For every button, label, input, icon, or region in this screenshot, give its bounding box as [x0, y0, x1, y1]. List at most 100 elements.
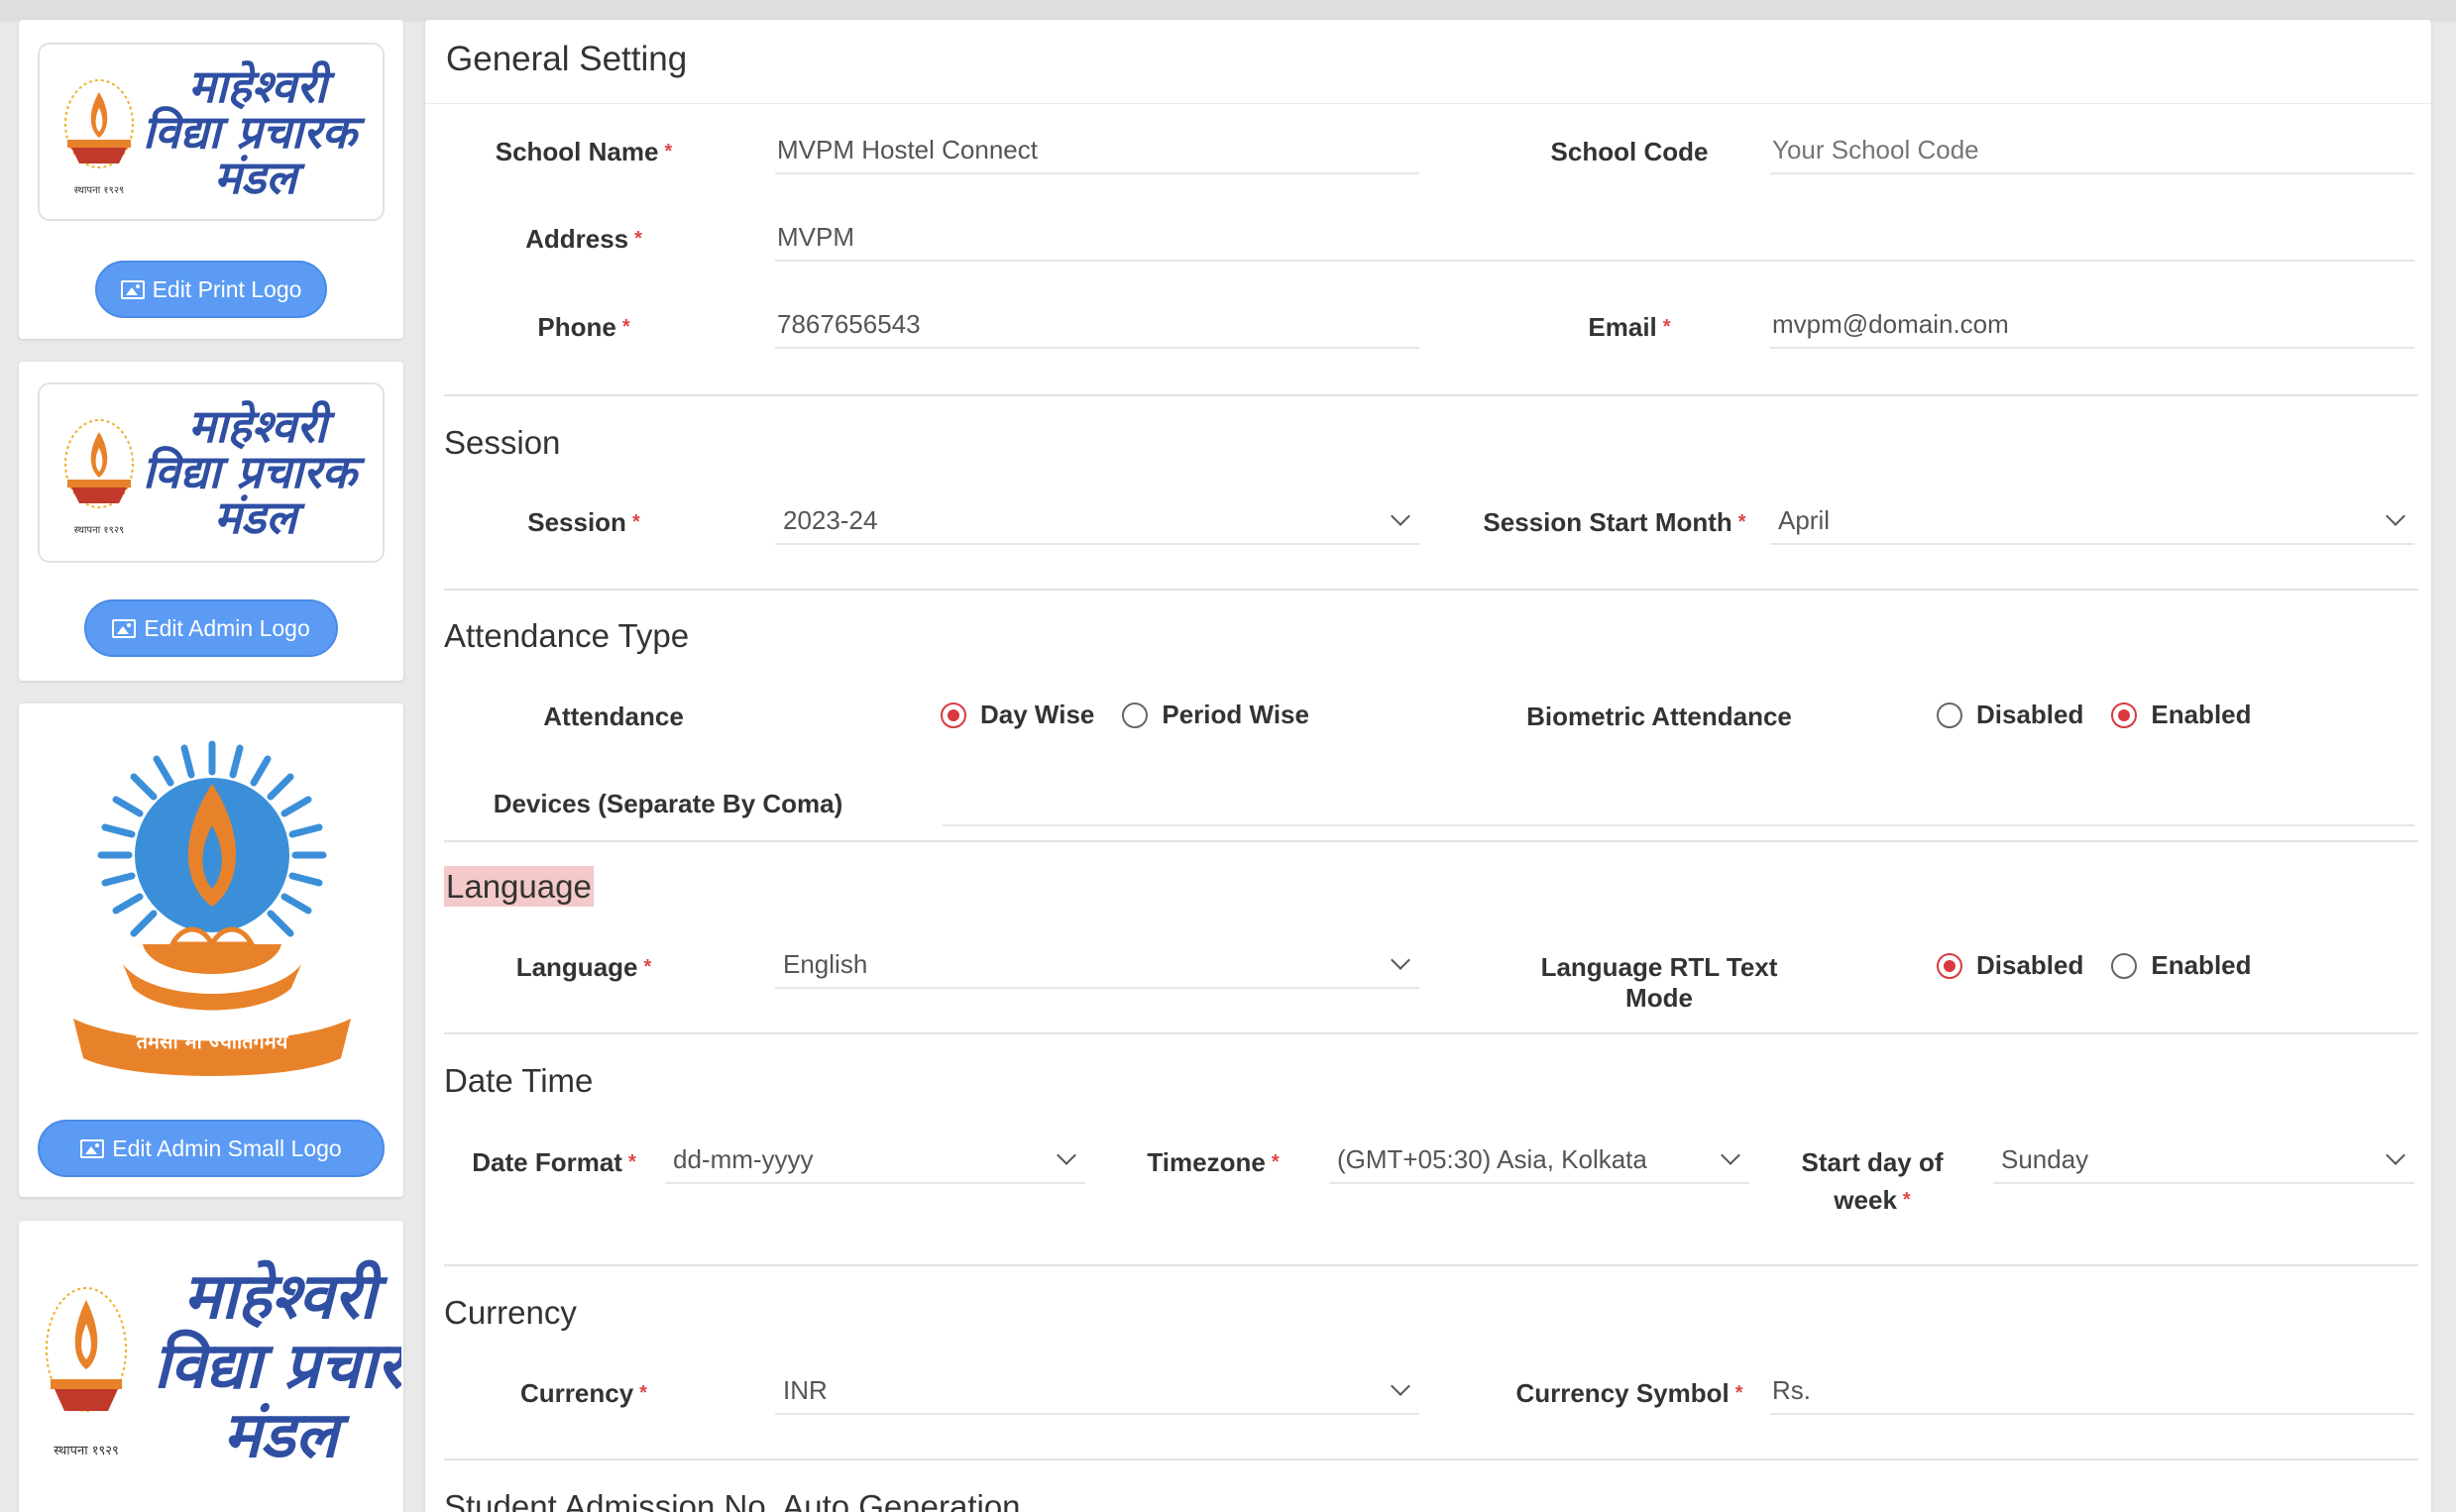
image-icon	[112, 618, 137, 638]
edit-admin-small-logo-label: Edit Admin Small Logo	[112, 1134, 342, 1161]
image-icon	[120, 279, 145, 299]
radio-button[interactable]	[1122, 702, 1149, 728]
chevron-down-icon	[1057, 1145, 1076, 1165]
diya-emblem-logo: तमसो मा ज्योतिर्गमय	[73, 740, 351, 1076]
radio-biometric-enabled[interactable]: Enabled	[2111, 700, 2252, 730]
devices-input[interactable]	[943, 779, 2414, 826]
edit-print-logo-button[interactable]: Edit Print Logo	[95, 261, 327, 318]
header-divider	[425, 103, 2431, 104]
chevron-down-icon	[1391, 1376, 1410, 1396]
admin-logo-image: स्थापना १९२९ माहेश्वरी विद्या प्रचारक मं…	[38, 382, 385, 563]
edit-admin-small-logo-button[interactable]: Edit Admin Small Logo	[38, 1120, 385, 1177]
radio-day-wise-label: Day Wise	[980, 700, 1095, 729]
chevron-down-icon	[1721, 1145, 1740, 1165]
svg-text:स्थापना १९२९: स्थापना १९२९	[54, 1444, 119, 1458]
general-setting-panel: General Setting School Name* School Code…	[425, 20, 2431, 1512]
image-icon	[80, 1138, 105, 1158]
phone-input[interactable]	[775, 301, 1419, 349]
school-name-label: School Name *	[495, 137, 673, 166]
chevron-down-icon	[1391, 950, 1410, 970]
session-start-month-label: Session Start Month *	[1483, 507, 1746, 537]
mvpm-logo: स्थापना १९२९ माहेश्वरी विद्या प्रचारक मं…	[46, 1259, 401, 1472]
email-input[interactable]	[1770, 301, 2414, 349]
svg-text:मंडल: मंडल	[214, 490, 305, 544]
admin-logo-card: स्थापना १९२९ माहेश्वरी विद्या प्रचारक मं…	[19, 362, 403, 681]
biometric-attendance-label: Biometric Attendance	[1526, 702, 1792, 731]
address-label: Address *	[525, 224, 642, 254]
biometric-radio-group: Disabled Enabled	[1937, 700, 2280, 730]
session-label: Session *	[527, 507, 640, 537]
chevron-down-icon	[2386, 506, 2405, 526]
timezone-select[interactable]: (GMT+05:30) Asia, Kolkata	[1329, 1136, 1749, 1184]
currency-section-title: Currency	[444, 1294, 577, 1331]
radio-biometric-disabled[interactable]: Disabled	[1937, 700, 2083, 730]
radio-button-checked[interactable]	[1937, 952, 1962, 979]
session-section-title: Session	[444, 424, 561, 461]
chevron-down-icon	[1391, 506, 1410, 526]
attendance-section-title: Attendance Type	[444, 617, 690, 654]
currency-symbol-label: Currency Symbol *	[1515, 1378, 1743, 1408]
school-code-label: School Code	[1550, 137, 1709, 166]
svg-text:तमसो मा ज्योतिर्गमय: तमसो मा ज्योतिर्गमय	[136, 1029, 289, 1053]
mvpm-logo: स्थापना १९२९ माहेश्वरी विद्या प्रचारक मं…	[64, 59, 367, 204]
start-day-select[interactable]: Sunday	[1993, 1136, 2414, 1184]
radio-rtl-disabled-label: Disabled	[1976, 950, 2084, 980]
radio-biometric-enabled-label: Enabled	[2151, 700, 2252, 729]
currency-value: INR	[783, 1374, 828, 1405]
language-section-title: Language	[444, 866, 594, 907]
session-select-value: 2023-24	[783, 504, 878, 535]
section-divider	[444, 1032, 2418, 1034]
edit-print-logo-label: Edit Print Logo	[152, 275, 302, 302]
radio-rtl-enabled-label: Enabled	[2151, 950, 2252, 980]
radio-rtl-enabled[interactable]: Enabled	[2111, 950, 2252, 981]
radio-biometric-disabled-label: Disabled	[1976, 700, 2084, 729]
session-select[interactable]: 2023-24	[775, 497, 1419, 545]
radio-rtl-disabled[interactable]: Disabled	[1937, 950, 2083, 981]
start-day-value: Sunday	[2001, 1143, 2089, 1174]
svg-text:मंडल: मंडल	[223, 1399, 351, 1472]
admin-small-logo-card: तमसो मा ज्योतिर्गमय Edit Admin Small Log…	[19, 703, 403, 1197]
radio-day-wise[interactable]: Day Wise	[941, 700, 1094, 730]
school-name-input[interactable]	[775, 127, 1419, 174]
language-label: Language *	[515, 952, 652, 982]
devices-label: Devices (Separate By Coma)	[493, 789, 843, 818]
svg-text:माहेश्वरी: माहेश्वरी	[183, 1259, 389, 1334]
radio-button[interactable]	[2111, 952, 2138, 979]
language-select[interactable]: English	[775, 941, 1419, 989]
section-divider	[444, 589, 2418, 591]
edit-admin-logo-label: Edit Admin Logo	[144, 614, 310, 641]
phone-label: Phone *	[537, 312, 630, 342]
section-divider	[444, 1458, 2418, 1460]
timezone-label: Timezone *	[1147, 1147, 1280, 1177]
mvpm-logo: स्थापना १९२९ माहेश्वरी विद्या प्रचारक मं…	[64, 399, 367, 544]
rtl-text-mode-label: Language RTL Text Mode	[1540, 952, 1778, 1013]
svg-text:विद्या प्रचारक: विद्या प्रचारक	[154, 1329, 401, 1403]
currency-select[interactable]: INR	[775, 1367, 1419, 1415]
print-logo-card: स्थापना १९२९ माहेश्वरी विद्या प्रचारक मं…	[19, 20, 403, 339]
session-start-month-value: April	[1778, 504, 1831, 535]
session-start-month-select[interactable]: April	[1770, 497, 2414, 545]
date-format-label: Date Format *	[472, 1147, 636, 1177]
school-code-input[interactable]	[1770, 127, 2414, 174]
address-input[interactable]	[775, 214, 2414, 262]
currency-label: Currency *	[520, 1378, 647, 1408]
section-divider	[444, 840, 2418, 842]
radio-button-checked[interactable]	[941, 702, 966, 728]
radio-period-wise[interactable]: Period Wise	[1122, 700, 1309, 730]
attendance-label: Attendance	[543, 702, 684, 731]
start-day-of-week-label: Start day of week *	[1801, 1147, 1944, 1215]
radio-period-wise-label: Period Wise	[1162, 700, 1309, 729]
date-format-select[interactable]: dd-mm-yyyy	[665, 1136, 1085, 1184]
section-divider	[444, 1264, 2418, 1266]
date-format-value: dd-mm-yyyy	[673, 1143, 814, 1174]
currency-symbol-input[interactable]	[1770, 1367, 2414, 1415]
rtl-radio-group: Disabled Enabled	[1937, 950, 2280, 981]
section-divider	[444, 394, 2418, 396]
radio-button[interactable]	[1937, 702, 1962, 728]
attendance-radio-group: Day Wise Period Wise	[941, 700, 1337, 730]
radio-button-checked[interactable]	[2111, 702, 2138, 728]
print-logo-image: स्थापना १९२९ माहेश्वरी विद्या प्रचारक मं…	[38, 43, 385, 221]
edit-admin-logo-button[interactable]: Edit Admin Logo	[84, 599, 338, 657]
language-select-value: English	[783, 948, 868, 979]
app-logo-card: स्थापना १९२९ माहेश्वरी विद्या प्रचारक मं…	[19, 1221, 403, 1512]
